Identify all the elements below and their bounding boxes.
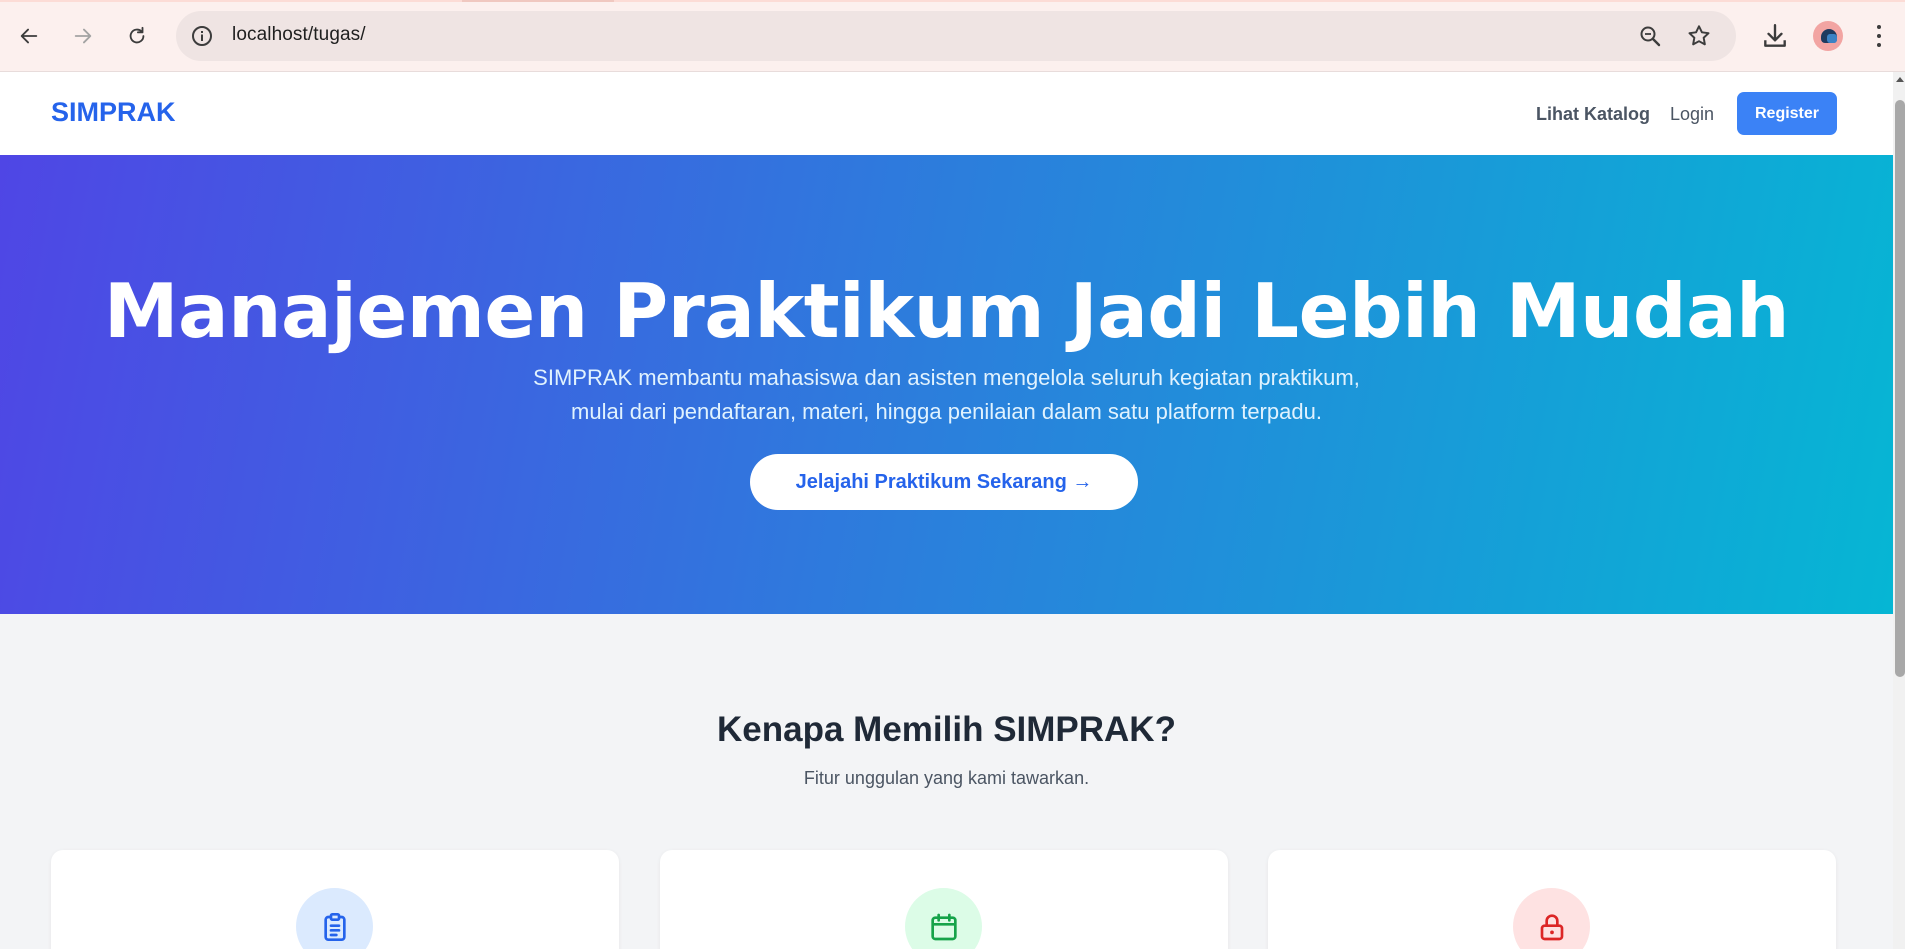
zoom-icon[interactable] — [1638, 24, 1662, 48]
reload-button[interactable] — [119, 18, 155, 54]
hero-section: Manajemen Praktikum Jadi Lebih Mudah SIM… — [0, 155, 1893, 614]
arrow-left-icon — [20, 28, 38, 44]
catalog-link[interactable]: Lihat Katalog — [1536, 104, 1650, 125]
url-text[interactable]: localhost/tugas/ — [232, 24, 366, 46]
address-bar[interactable]: localhost/tugas/ — [176, 11, 1736, 61]
feature-icon-circle — [1513, 888, 1590, 949]
hero-subtitle-line: SIMPRAK membantu mahasiswa dan asisten m… — [533, 365, 1360, 390]
login-link[interactable]: Login — [1670, 104, 1714, 125]
forward-button[interactable] — [65, 18, 101, 54]
features-title: Kenapa Memilih SIMPRAK? — [717, 710, 1176, 749]
back-button[interactable] — [11, 18, 47, 54]
arrow-right-icon — [74, 28, 92, 44]
browser-menu-icon[interactable] — [1871, 22, 1887, 50]
clipboard-icon — [323, 912, 346, 941]
feature-icon-circle — [905, 888, 982, 949]
explore-button[interactable]: Jelajahi Praktikum Sekarang → — [750, 454, 1138, 510]
hero-subtitle: SIMPRAK membantu mahasiswa dan asisten m… — [0, 361, 1893, 429]
feature-card — [1268, 850, 1836, 949]
site-navbar: SIMPRAK Lihat Katalog Login Register — [0, 72, 1893, 155]
feature-card — [51, 850, 619, 949]
browser-toolbar: localhost/tugas/ — [0, 0, 1905, 72]
download-icon[interactable] — [1762, 22, 1788, 50]
hero-title: Manajemen Praktikum Jadi Lebih Mudah — [103, 267, 1790, 355]
calendar-icon — [930, 913, 957, 940]
profile-avatar[interactable] — [1813, 21, 1843, 51]
bookmark-star-icon[interactable] — [1686, 23, 1712, 49]
feature-icon-circle — [296, 888, 373, 949]
site-info-icon[interactable] — [190, 24, 214, 48]
features-subtitle: Fitur unggulan yang kami tawarkan. — [803, 768, 1090, 788]
register-button[interactable]: Register — [1737, 92, 1837, 135]
hero-subtitle-line: mulai dari pendaftaran, materi, hingga p… — [571, 399, 1322, 424]
scrollbar-thumb[interactable] — [1895, 100, 1905, 677]
page-viewport: SIMPRAK Lihat Katalog Login Register Man… — [0, 72, 1893, 949]
feature-card — [660, 850, 1228, 949]
lock-icon — [1540, 913, 1563, 940]
brand-logo[interactable]: SIMPRAK — [51, 97, 176, 128]
tab-strip-edge — [0, 0, 1905, 2]
reload-icon — [129, 26, 145, 44]
scroll-up-arrow-icon[interactable] — [1896, 77, 1904, 82]
